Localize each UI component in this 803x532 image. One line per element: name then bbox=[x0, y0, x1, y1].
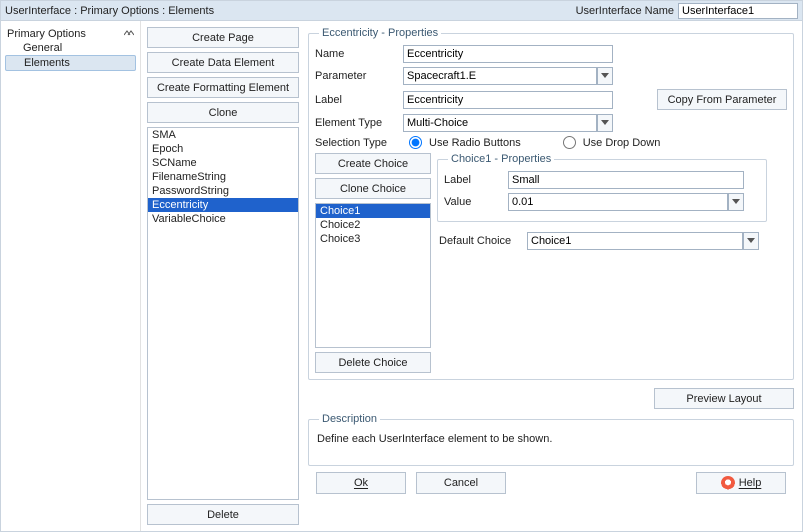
choice-properties-legend: Choice1 - Properties bbox=[448, 153, 554, 165]
nav-tree: Primary Options General Elements bbox=[1, 21, 141, 531]
selection-type-radios: Use Radio Buttons Use Drop Down bbox=[403, 136, 660, 149]
element-type-combo[interactable] bbox=[403, 114, 613, 132]
properties-legend: Eccentricity - Properties bbox=[319, 27, 441, 39]
tree-root-label: Primary Options bbox=[7, 28, 86, 40]
help-label: Help bbox=[739, 477, 762, 489]
body: Primary Options General Elements Create … bbox=[1, 21, 802, 531]
ok-button[interactable]: Ok bbox=[316, 472, 406, 494]
preview-layout-button[interactable]: Preview Layout bbox=[654, 388, 794, 409]
use-drop-down-radio[interactable] bbox=[563, 136, 576, 149]
tree-node-general[interactable]: General bbox=[5, 41, 136, 55]
choices-listbox[interactable]: Choice1 Choice2 Choice3 bbox=[315, 203, 431, 348]
userinterface-name-label: UserInterface Name bbox=[576, 5, 674, 17]
tree-root[interactable]: Primary Options bbox=[5, 27, 136, 41]
list-item[interactable]: Choice1 bbox=[316, 204, 430, 218]
list-item[interactable]: FilenameString bbox=[148, 170, 298, 184]
name-input[interactable] bbox=[403, 45, 613, 63]
preview-row: Preview Layout bbox=[308, 388, 794, 409]
list-item[interactable]: Choice3 bbox=[316, 232, 430, 246]
choice-properties-fieldset: Choice1 - Properties Label Value bbox=[437, 153, 767, 222]
properties-fieldset: Eccentricity - Properties Name Parameter bbox=[308, 27, 794, 380]
choice-label-label: Label bbox=[444, 174, 504, 186]
middle-panel: Create Page Create Data Element Create F… bbox=[141, 21, 306, 531]
chevron-down-icon[interactable] bbox=[597, 114, 613, 132]
list-item[interactable]: PasswordString bbox=[148, 184, 298, 198]
use-drop-down-label: Use Drop Down bbox=[583, 137, 661, 149]
chevron-down-icon[interactable] bbox=[597, 67, 613, 85]
help-icon bbox=[721, 476, 735, 490]
userinterface-name-input[interactable] bbox=[678, 3, 798, 19]
chevron-up-icon[interactable] bbox=[124, 29, 134, 40]
chevron-down-icon[interactable] bbox=[743, 232, 759, 250]
list-item[interactable]: SMA bbox=[148, 128, 298, 142]
create-formatting-element-button[interactable]: Create Formatting Element bbox=[147, 77, 299, 98]
app-window: UserInterface : Primary Options : Elemen… bbox=[0, 0, 803, 532]
list-item[interactable]: SCName bbox=[148, 156, 298, 170]
use-radio-buttons-label: Use Radio Buttons bbox=[429, 137, 521, 149]
list-item[interactable]: Epoch bbox=[148, 142, 298, 156]
list-item[interactable]: VariableChoice bbox=[148, 212, 298, 226]
choices-row: Create Choice Clone Choice Choice1 Choic… bbox=[315, 153, 787, 373]
right-panel: Eccentricity - Properties Name Parameter bbox=[306, 21, 802, 531]
parameter-input[interactable] bbox=[403, 67, 597, 85]
selection-type-label: Selection Type bbox=[315, 137, 399, 149]
create-page-button[interactable]: Create Page bbox=[147, 27, 299, 48]
parameter-combo[interactable] bbox=[403, 67, 613, 85]
description-text: Define each UserInterface element to be … bbox=[315, 431, 787, 459]
list-item[interactable]: Eccentricity bbox=[148, 198, 298, 212]
name-label: Name bbox=[315, 48, 399, 60]
description-legend: Description bbox=[319, 413, 380, 425]
chevron-down-icon[interactable] bbox=[728, 193, 744, 211]
create-data-element-button[interactable]: Create Data Element bbox=[147, 52, 299, 73]
footer: Ok Cancel Help bbox=[308, 466, 794, 500]
default-choice-combo[interactable] bbox=[527, 232, 759, 250]
help-button[interactable]: Help bbox=[696, 472, 786, 494]
clone-choice-button[interactable]: Clone Choice bbox=[315, 178, 431, 199]
description-fieldset: Description Define each UserInterface el… bbox=[308, 413, 794, 466]
element-type-label: Element Type bbox=[315, 117, 399, 129]
parameter-label: Parameter bbox=[315, 70, 399, 82]
default-choice-label: Default Choice bbox=[439, 235, 523, 247]
choice-value-input[interactable] bbox=[508, 193, 728, 211]
breadcrumb: UserInterface : Primary Options : Elemen… bbox=[5, 5, 214, 17]
clone-button[interactable]: Clone bbox=[147, 102, 299, 123]
copy-from-parameter-button[interactable]: Copy From Parameter bbox=[657, 89, 787, 110]
default-choice-input[interactable] bbox=[527, 232, 743, 250]
cancel-button[interactable]: Cancel bbox=[416, 472, 506, 494]
create-choice-button[interactable]: Create Choice bbox=[315, 153, 431, 174]
elements-listbox[interactable]: SMA Epoch SCName FilenameString Password… bbox=[147, 127, 299, 500]
tree-node-elements[interactable]: Elements bbox=[5, 55, 136, 71]
choice-value-label: Value bbox=[444, 196, 504, 208]
titlebar: UserInterface : Primary Options : Elemen… bbox=[1, 1, 802, 21]
choice-label-input[interactable] bbox=[508, 171, 744, 189]
userinterface-name-group: UserInterface Name bbox=[576, 3, 798, 19]
choice-value-combo[interactable] bbox=[508, 193, 744, 211]
label-input[interactable] bbox=[403, 91, 613, 109]
delete-button[interactable]: Delete bbox=[147, 504, 299, 525]
choice-actions: Create Choice Clone Choice Choice1 Choic… bbox=[315, 153, 431, 373]
use-radio-buttons-radio[interactable] bbox=[409, 136, 422, 149]
list-item[interactable]: Choice2 bbox=[316, 218, 430, 232]
delete-choice-button[interactable]: Delete Choice bbox=[315, 352, 431, 373]
element-type-input[interactable] bbox=[403, 114, 597, 132]
choice-props-wrap: Choice1 - Properties Label Value bbox=[437, 153, 767, 373]
label-label: Label bbox=[315, 94, 399, 106]
